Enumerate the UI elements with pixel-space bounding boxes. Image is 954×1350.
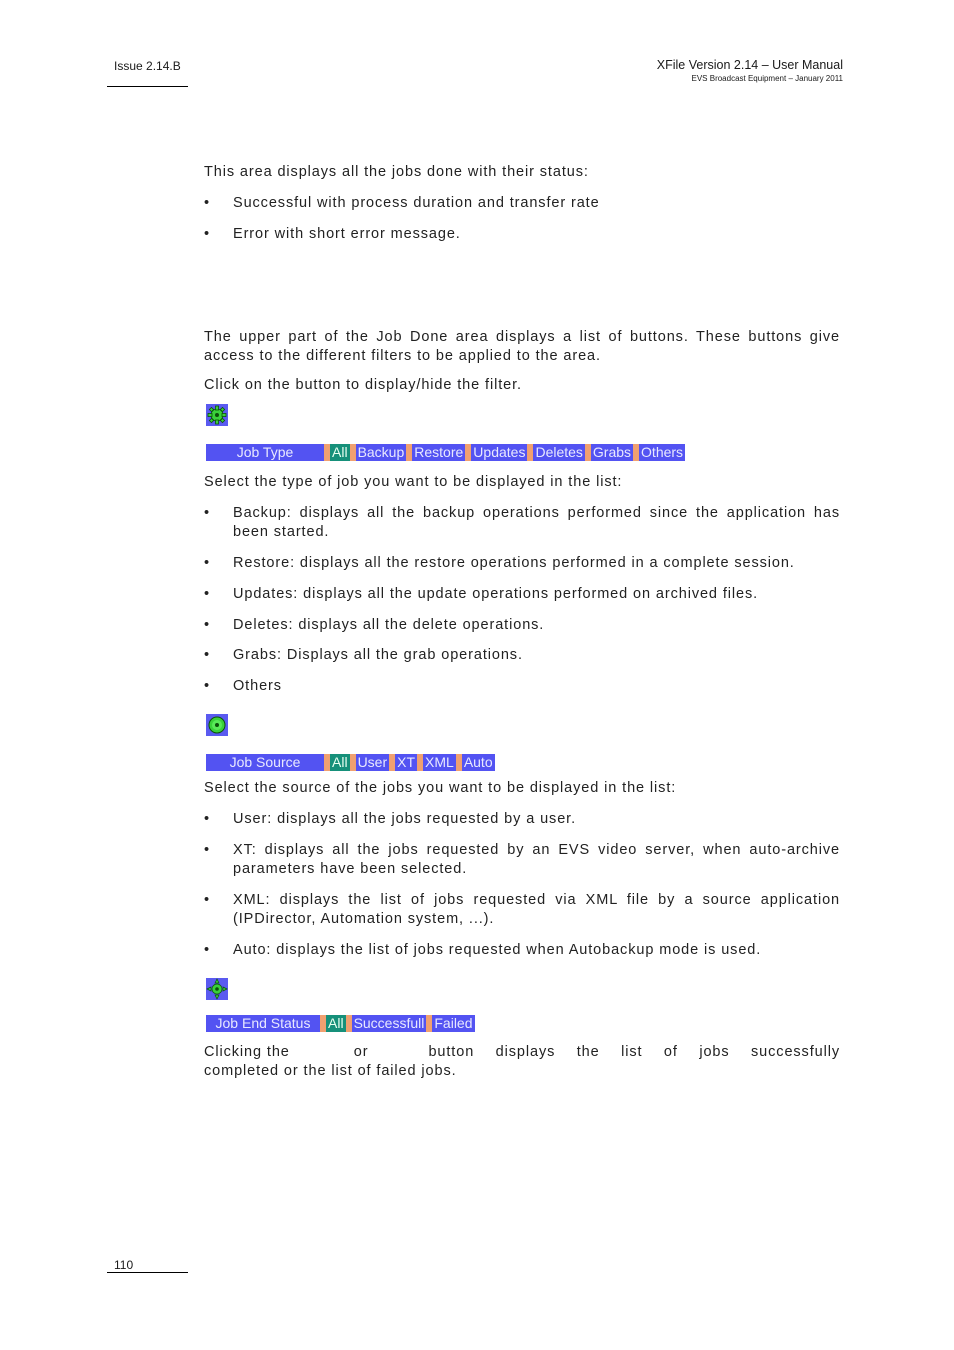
job-source-xt-button[interactable]: XT: [395, 754, 418, 771]
job-type-filter-bar: Job Type All Backup Restore Updates Dele…: [206, 444, 686, 461]
page-number: 110: [114, 1258, 134, 1272]
job-type-text: Select the type of job you want to be di…: [204, 474, 623, 490]
job-source-all-button[interactable]: All: [330, 754, 350, 771]
list-item: • Auto: displays the list of jobs reques…: [204, 942, 762, 958]
job-end-status-filter-bar: Job End Status All Successfull Failed: [206, 1015, 475, 1032]
filters-click-text: Click on the button to display/hide the …: [204, 377, 522, 393]
job-end-status-title: Job End Status: [206, 1015, 320, 1032]
bullet-icon: •: [204, 555, 210, 571]
job-end-status-text: Clicking the or button displays the list…: [204, 1044, 840, 1060]
job-end-status-text-line2: completed or the list of failed jobs.: [204, 1063, 457, 1079]
job-type-deletes-button[interactable]: Deletes: [533, 444, 585, 461]
job-type-all-button[interactable]: All: [330, 444, 350, 461]
filters-intro-text: The upper part of the Job Done area disp…: [204, 329, 840, 364]
list-item: • Grabs: Displays all the grab operation…: [204, 647, 523, 663]
job-type-others-button[interactable]: Others: [639, 444, 686, 461]
bullet-icon: •: [204, 195, 210, 211]
bullet-icon: •: [204, 226, 210, 242]
status-crosshair-icon[interactable]: [206, 978, 228, 1000]
bullet-icon: •: [204, 586, 210, 602]
bullet-icon: •: [204, 647, 210, 663]
doc-header: XFile Version 2.14 – User Manual EVS Bro…: [657, 58, 843, 83]
bullet-icon: •: [204, 617, 210, 633]
list-item: • Backup: displays all the backup operat…: [204, 505, 840, 540]
bullet-icon: •: [204, 811, 210, 827]
job-source-filter-bar: Job Source All User XT XML Auto: [206, 754, 495, 771]
doc-title: XFile Version 2.14 – User Manual: [656, 58, 843, 72]
job-type-grabs-button[interactable]: Grabs: [590, 444, 634, 461]
doc-subtitle: EVS Broadcast Equipment – January 2011: [691, 74, 844, 83]
job-source-title: Job Source: [206, 754, 324, 771]
job-end-status-failed-button[interactable]: Failed: [432, 1015, 475, 1032]
job-type-backup-button[interactable]: Backup: [355, 444, 407, 461]
gear-icon[interactable]: [206, 404, 228, 426]
intro-text: This area displays all the jobs done wit…: [204, 164, 589, 180]
job-end-status-text-rest: button displays the list of jobs success…: [428, 1044, 840, 1060]
header-divider: [107, 86, 188, 87]
bullet-icon: •: [204, 892, 210, 908]
job-end-status-successfull-button[interactable]: Successfull: [351, 1015, 427, 1032]
job-source-user-button[interactable]: User: [355, 754, 390, 771]
bullet-icon: •: [204, 942, 210, 958]
list-item: • Deletes: displays all the delete opera…: [204, 617, 545, 633]
list-item: • Restore: displays all the restore oper…: [204, 555, 795, 571]
job-source-xml-button[interactable]: XML: [423, 754, 456, 771]
job-type-updates-button[interactable]: Updates: [471, 444, 528, 461]
job-type-restore-button[interactable]: Restore: [412, 444, 466, 461]
job-type-title: Job Type: [206, 444, 324, 461]
list-item: • Updates: displays all the update opera…: [204, 586, 759, 602]
list-item: • Others: [204, 678, 282, 694]
job-source-auto-button[interactable]: Auto: [461, 754, 495, 771]
bullet-icon: •: [204, 678, 210, 694]
footer-divider: [107, 1272, 188, 1273]
job-end-status-all-button[interactable]: All: [326, 1015, 346, 1032]
list-item: • User: displays all the jobs requested …: [204, 811, 577, 827]
source-circle-icon[interactable]: [206, 714, 228, 736]
bullet-icon: •: [204, 842, 210, 858]
bullet-icon: •: [204, 505, 210, 521]
issue-label: Issue 2.14.B: [114, 59, 181, 73]
list-item: • XML: displays the list of jobs request…: [204, 892, 840, 927]
job-source-text: Select the source of the jobs you want t…: [204, 780, 677, 796]
list-item: • Error with short error message.: [204, 226, 461, 242]
list-item: • Successful with process duration and t…: [204, 195, 600, 211]
list-item: • XT: displays all the jobs requested by…: [204, 842, 840, 877]
